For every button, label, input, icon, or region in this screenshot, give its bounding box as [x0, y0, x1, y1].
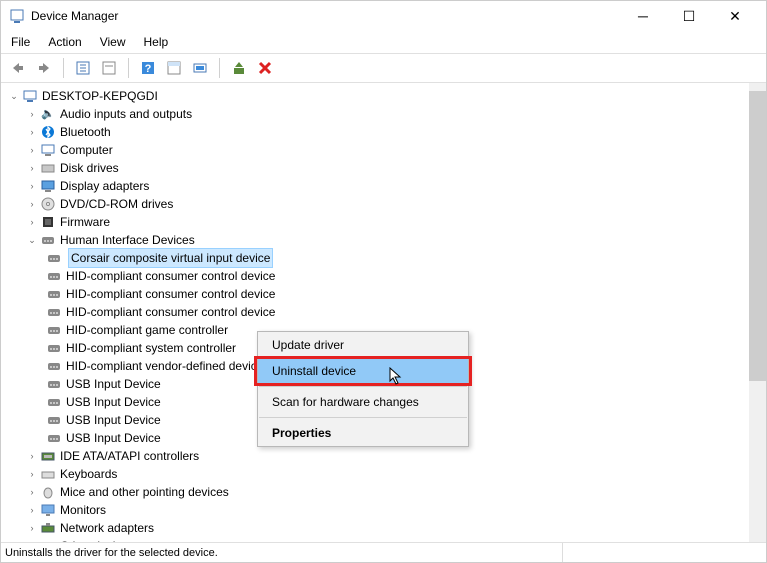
computer-icon: [40, 142, 56, 158]
tree-device-selected[interactable]: Corsair composite virtual input device: [5, 249, 766, 267]
hid-device-icon: [46, 430, 62, 446]
hid-device-icon: [46, 268, 62, 284]
tree-category[interactable]: ›Mice and other pointing devices: [5, 483, 766, 501]
show-hidden-button[interactable]: [72, 57, 94, 79]
context-separator: [259, 417, 467, 418]
status-bar: Uninstalls the driver for the selected d…: [1, 542, 766, 562]
tree-category[interactable]: ›Keyboards: [5, 465, 766, 483]
hid-device-icon: [46, 340, 62, 356]
hid-device-icon: [46, 286, 62, 302]
collapse-arrow-icon[interactable]: ›: [25, 107, 39, 121]
tree-category[interactable]: ›IDE ATA/ATAPI controllers: [5, 447, 766, 465]
tree-category[interactable]: ›🔈Audio inputs and outputs: [5, 105, 766, 123]
status-separator: [562, 543, 762, 562]
collapse-arrow-icon[interactable]: ›: [25, 125, 39, 139]
collapse-arrow-icon[interactable]: ›: [25, 215, 39, 229]
help-button[interactable]: ?: [137, 57, 159, 79]
menu-action[interactable]: Action: [48, 35, 81, 49]
keyboard-icon: [40, 466, 56, 482]
scrollbar-thumb[interactable]: [749, 91, 766, 381]
context-properties[interactable]: Properties: [258, 420, 468, 446]
speaker-icon: 🔈: [40, 106, 56, 122]
collapse-arrow-icon[interactable]: ›: [25, 197, 39, 211]
menu-view[interactable]: View: [100, 35, 126, 49]
titlebar: Device Manager ─ ☐ ✕: [1, 1, 766, 31]
menu-file[interactable]: File: [11, 35, 30, 49]
properties-toolbar-button[interactable]: [98, 57, 120, 79]
window-title: Device Manager: [31, 9, 118, 23]
update-driver-button[interactable]: [228, 57, 250, 79]
context-uninstall-device[interactable]: Uninstall device: [258, 358, 468, 384]
context-update-driver[interactable]: Update driver: [258, 332, 468, 358]
status-text: Uninstalls the driver for the selected d…: [5, 547, 218, 559]
hid-device-icon: [46, 412, 62, 428]
hid-device-icon: [46, 322, 62, 338]
collapse-arrow-icon[interactable]: ›: [25, 503, 39, 517]
tree-category[interactable]: ›Firmware: [5, 213, 766, 231]
close-button[interactable]: ✕: [712, 1, 758, 31]
tree-category[interactable]: ›DVD/CD-ROM drives: [5, 195, 766, 213]
ide-icon: [40, 448, 56, 464]
collapse-arrow-icon[interactable]: ›: [25, 449, 39, 463]
menubar: File Action View Help: [1, 31, 766, 54]
app-icon: [9, 8, 25, 24]
tree-category[interactable]: ›Network adapters: [5, 519, 766, 537]
disk-icon: [40, 160, 56, 176]
monitor-icon: [40, 502, 56, 518]
firmware-icon: [40, 214, 56, 230]
maximize-button[interactable]: ☐: [666, 1, 712, 31]
hid-device-icon: [46, 358, 62, 374]
back-button[interactable]: [7, 57, 29, 79]
hid-device-icon: [46, 376, 62, 392]
tree-category[interactable]: ›Bluetooth: [5, 123, 766, 141]
tree-category-expanded[interactable]: ⌄Human Interface Devices: [5, 231, 766, 249]
hid-device-icon: [46, 394, 62, 410]
tree-device[interactable]: HID-compliant consumer control device: [5, 303, 766, 321]
mouse-icon: [40, 484, 56, 500]
expand-arrow-icon[interactable]: ⌄: [25, 233, 39, 247]
toolbar-separator: [63, 58, 64, 78]
toolbar-separator: [128, 58, 129, 78]
scrollbar[interactable]: [749, 83, 766, 551]
tree-device[interactable]: HID-compliant consumer control device: [5, 285, 766, 303]
hid-device-icon: [46, 304, 62, 320]
network-icon: [40, 520, 56, 536]
tree-device[interactable]: HID-compliant consumer control device: [5, 267, 766, 285]
device-tree[interactable]: ⌄ DESKTOP-KEPQGDI ›🔈Audio inputs and out…: [1, 83, 766, 551]
hid-device-icon: [46, 250, 62, 266]
tree-category[interactable]: ›Monitors: [5, 501, 766, 519]
menu-help[interactable]: Help: [144, 35, 169, 49]
tree-category[interactable]: ›Disk drives: [5, 159, 766, 177]
scan-button[interactable]: [189, 57, 211, 79]
display-icon: [40, 178, 56, 194]
view-button[interactable]: [163, 57, 185, 79]
tree-root[interactable]: ⌄ DESKTOP-KEPQGDI: [5, 87, 766, 105]
collapse-arrow-icon[interactable]: ›: [25, 485, 39, 499]
computer-icon: [22, 88, 38, 104]
collapse-arrow-icon[interactable]: ›: [25, 143, 39, 157]
tree-category[interactable]: ›Display adapters: [5, 177, 766, 195]
toolbar: ?: [1, 54, 766, 83]
context-separator: [259, 386, 467, 387]
hid-icon: [40, 232, 56, 248]
collapse-arrow-icon[interactable]: ›: [25, 161, 39, 175]
svg-text:?: ?: [145, 63, 152, 75]
collapse-arrow-icon[interactable]: ›: [25, 179, 39, 193]
tree-category[interactable]: ›Computer: [5, 141, 766, 159]
context-menu: Update driver Uninstall device Scan for …: [257, 331, 469, 447]
expand-arrow-icon[interactable]: ⌄: [7, 89, 21, 103]
collapse-arrow-icon[interactable]: ›: [25, 467, 39, 481]
minimize-button[interactable]: ─: [620, 1, 666, 31]
forward-button[interactable]: [33, 57, 55, 79]
cd-icon: [40, 196, 56, 212]
collapse-arrow-icon[interactable]: ›: [25, 521, 39, 535]
bluetooth-icon: [40, 124, 56, 140]
context-scan-hardware[interactable]: Scan for hardware changes: [258, 389, 468, 415]
tree-content: ⌄ DESKTOP-KEPQGDI ›🔈Audio inputs and out…: [1, 83, 766, 551]
uninstall-button[interactable]: [254, 57, 276, 79]
toolbar-separator: [219, 58, 220, 78]
